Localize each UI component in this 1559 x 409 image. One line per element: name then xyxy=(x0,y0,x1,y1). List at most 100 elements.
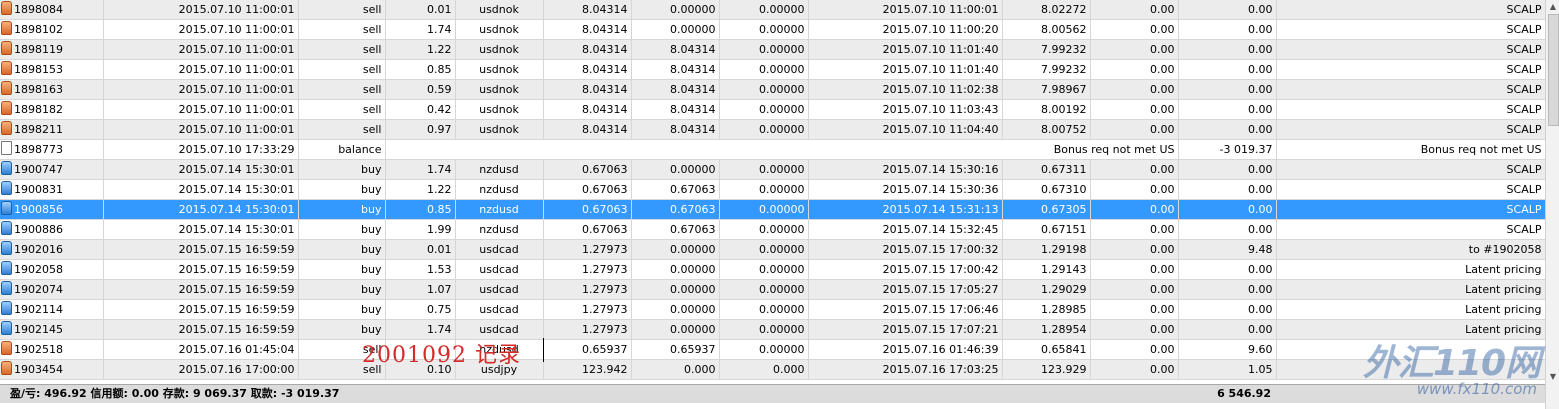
ticket-number: 1903454 xyxy=(14,363,63,376)
close-price-cell: 1.29143 xyxy=(1002,259,1091,280)
sl-cell: 0.67063 xyxy=(631,179,720,200)
type-cell: sell xyxy=(298,119,386,140)
close-time-cell: 2015.07.14 15:32:45 xyxy=(808,219,1003,240)
sl-cell: 0.67063 xyxy=(631,199,720,220)
buy-icon xyxy=(1,181,12,195)
scrollbar-thumb[interactable] xyxy=(1548,14,1559,126)
open-time-cell: 2015.07.16 01:45:04 xyxy=(103,339,299,360)
swap-cell: 1.05 xyxy=(1178,359,1277,380)
close-price-cell: 7.99232 xyxy=(1002,59,1091,80)
close-time-cell: 2015.07.15 17:00:42 xyxy=(808,259,1003,280)
symbol-cell: usdnok xyxy=(455,79,544,100)
sl-cell: 0.00000 xyxy=(631,299,720,320)
tp-cell: 0.00000 xyxy=(719,0,809,20)
ticket-number: 1902145 xyxy=(14,323,63,336)
symbol-cell: usdcad xyxy=(455,279,544,300)
profit-cell: SCALP xyxy=(1276,199,1545,220)
buy-icon xyxy=(1,281,12,295)
price-cell: 1.27973 xyxy=(543,279,632,300)
sell-icon xyxy=(1,61,12,75)
close-time-cell: 2015.07.10 11:03:43 xyxy=(808,99,1003,120)
table-row[interactable]: 1902114 2015.07.15 16:59:59 buy 0.75 usdcad 1… xyxy=(0,299,1545,320)
table-row[interactable]: 1898773 2015.07.10 17:33:29 balance Bonus r… xyxy=(0,139,1545,160)
table-row[interactable]: 1902145 2015.07.15 16:59:59 buy 1.74 usdcad 1… xyxy=(0,319,1545,340)
close-price-cell: 0.67151 xyxy=(1002,219,1091,240)
ticket-number: 1898163 xyxy=(14,83,63,96)
size-cell: 0.85 xyxy=(385,199,456,220)
sl-cell: 0.00000 xyxy=(631,159,720,180)
table-row[interactable]: 1900831 2015.07.14 15:30:01 buy 1.22 nzdusd 0… xyxy=(0,179,1545,200)
size-cell: 1.22 xyxy=(385,179,456,200)
swap-cell: 0.00 xyxy=(1178,179,1277,200)
close-price-cell: 1.28985 xyxy=(1002,299,1091,320)
tp-cell: 0.00000 xyxy=(719,219,809,240)
close-price-cell: 8.02272 xyxy=(1002,0,1091,20)
close-price-cell: 8.00752 xyxy=(1002,119,1091,140)
tp-cell: 0.00000 xyxy=(719,259,809,280)
table-row[interactable]: 1902016 2015.07.15 16:59:59 buy 0.01 usdcad 1… xyxy=(0,239,1545,260)
sl-cell: 0.000 xyxy=(631,359,720,380)
table-row[interactable]: 1898084 2015.07.10 11:00:01 sell 0.01 usdnok… xyxy=(0,0,1545,20)
table-row[interactable]: 1898102 2015.07.10 11:00:01 sell 1.74 usdnok… xyxy=(0,19,1545,40)
close-time-cell: 2015.07.10 11:00:20 xyxy=(808,19,1003,40)
buy-icon xyxy=(1,221,12,235)
tp-cell: 0.000 xyxy=(719,359,809,380)
table-row[interactable]: 1902058 2015.07.15 16:59:59 buy 1.53 usdcad 1… xyxy=(0,259,1545,280)
type-cell: buy xyxy=(298,179,386,200)
ticket-number: 1902518 xyxy=(14,343,63,356)
ticket-cell: 1902114 xyxy=(0,299,104,320)
sl-cell: 8.04314 xyxy=(631,99,720,120)
buy-icon xyxy=(1,161,12,175)
scroll-down-icon[interactable]: ▼ xyxy=(1548,372,1558,382)
ticket-number: 1900747 xyxy=(14,163,63,176)
table-row[interactable]: 1902518 2015.07.16 01:45:04 sell nzdusd 0.65… xyxy=(0,339,1545,360)
ticket-number: 1900886 xyxy=(14,223,63,236)
swap-cell: 0.00 xyxy=(1178,39,1277,60)
ticket-number: 1898119 xyxy=(14,43,63,56)
tp-cell: 0.00000 xyxy=(719,319,809,340)
table-row[interactable]: 1900747 2015.07.14 15:30:01 buy 1.74 nzdusd 0… xyxy=(0,159,1545,180)
swap-cell: 9.48 xyxy=(1178,239,1277,260)
ticket-cell: 1902074 xyxy=(0,279,104,300)
tp-cell: 0.00000 xyxy=(719,19,809,40)
commission-cell: 0.00 xyxy=(1090,299,1179,320)
table-row[interactable]: 1900886 2015.07.14 15:30:01 buy 1.99 nzdusd 0… xyxy=(0,219,1545,240)
profit-cell: SCALP xyxy=(1276,0,1545,20)
vertical-scrollbar[interactable]: ▲ ▼ xyxy=(1545,0,1559,409)
buy-icon xyxy=(1,261,12,275)
swap-cell: 0.00 xyxy=(1178,0,1277,20)
close-time-cell: 2015.07.16 01:46:39 xyxy=(808,339,1003,360)
close-price-cell: 7.98967 xyxy=(1002,79,1091,100)
close-time-cell: 2015.07.14 15:31:13 xyxy=(808,199,1003,220)
size-cell: 1.74 xyxy=(385,159,456,180)
price-cell: 0.67063 xyxy=(543,219,632,240)
price-cell: 123.942 xyxy=(543,359,632,380)
sl-cell: 0.00000 xyxy=(631,279,720,300)
sell-icon xyxy=(1,121,12,135)
profit-cell: Latent pricing xyxy=(1276,279,1545,300)
close-price-cell: 123.929 xyxy=(1002,359,1091,380)
table-row[interactable]: 1902074 2015.07.15 16:59:59 buy 1.07 usdcad 1… xyxy=(0,279,1545,300)
open-time-cell: 2015.07.15 16:59:59 xyxy=(103,319,299,340)
price-cell: 1.27973 xyxy=(543,239,632,260)
open-time-cell: 2015.07.10 11:00:01 xyxy=(103,19,299,40)
commission-cell: 0.00 xyxy=(1090,239,1179,260)
open-time-cell: 2015.07.16 17:00:00 xyxy=(103,359,299,380)
sell-icon xyxy=(1,1,12,15)
sell-icon xyxy=(1,361,12,375)
ticket-number: 1898773 xyxy=(14,143,63,156)
swap-cell: 0.00 xyxy=(1178,19,1277,40)
commission-cell: 0.00 xyxy=(1090,79,1179,100)
table-row[interactable]: 1903454 2015.07.16 17:00:00 sell 0.10 usdjpy… xyxy=(0,359,1545,380)
table-row[interactable]: 1898182 2015.07.10 11:00:01 sell 0.42 usdnok… xyxy=(0,99,1545,120)
close-time-cell: 2015.07.15 17:06:46 xyxy=(808,299,1003,320)
table-row[interactable]: 1898163 2015.07.10 11:00:01 sell 0.59 usdnok… xyxy=(0,79,1545,100)
table-row[interactable]: 1898153 2015.07.10 11:00:01 sell 0.85 usdnok… xyxy=(0,59,1545,80)
ticket-number: 1898153 xyxy=(14,63,63,76)
table-row[interactable]: 1898211 2015.07.10 11:00:01 sell 0.97 usdnok… xyxy=(0,119,1545,140)
swap-cell: 9.60 xyxy=(1178,339,1277,360)
table-row[interactable]: 1898119 2015.07.10 11:00:01 sell 1.22 usdnok… xyxy=(0,39,1545,60)
scroll-up-icon[interactable]: ▲ xyxy=(1548,2,1558,12)
type-cell: sell xyxy=(298,19,386,40)
table-row[interactable]: 1900856 2015.07.14 15:30:01 buy 0.85 nzdusd 0… xyxy=(0,199,1545,220)
